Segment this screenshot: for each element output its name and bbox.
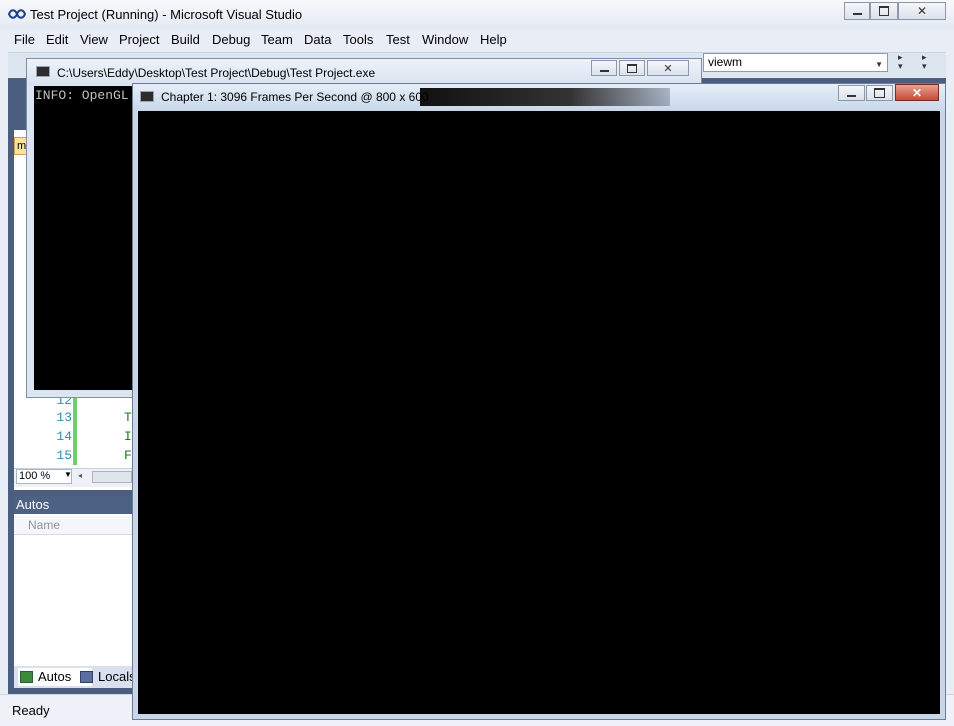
console-restore-button[interactable] bbox=[619, 60, 645, 76]
tab-autos-label: Autos bbox=[38, 669, 72, 684]
menu-edit[interactable]: Edit bbox=[46, 32, 68, 47]
toolbar-overflow-icon[interactable]: ▸ ▾ bbox=[898, 53, 908, 72]
opengl-close-button[interactable]: ✕ bbox=[895, 84, 939, 101]
restore-icon bbox=[627, 63, 637, 73]
menu-tools[interactable]: Tools bbox=[343, 32, 373, 47]
line-number: 13 bbox=[56, 410, 72, 425]
menu-data[interactable]: Data bbox=[304, 32, 331, 47]
vs-titlebar[interactable]: Test Project (Running) - Microsoft Visua… bbox=[0, 0, 954, 30]
code-text: F bbox=[124, 448, 132, 463]
menu-project[interactable]: Project bbox=[119, 32, 159, 47]
console-close-button[interactable]: ✕ bbox=[647, 60, 689, 76]
horizontal-scrollbar-thumb[interactable] bbox=[92, 471, 132, 483]
maximize-icon bbox=[874, 88, 885, 98]
line-number: 15 bbox=[56, 448, 72, 463]
opengl-minimize-button[interactable] bbox=[838, 85, 865, 101]
minimize-icon bbox=[847, 95, 856, 97]
menu-debug[interactable]: Debug bbox=[212, 32, 250, 47]
menu-window[interactable]: Window bbox=[422, 32, 468, 47]
close-icon: ✕ bbox=[911, 85, 923, 100]
locals-window-icon bbox=[80, 671, 93, 683]
line-number: 14 bbox=[56, 429, 72, 444]
chevron-down-icon[interactable]: ▼ bbox=[64, 470, 72, 479]
autos-panel-title: Autos bbox=[14, 496, 134, 514]
vs-menubar: File Edit View Project Build Debug Team … bbox=[8, 30, 946, 50]
minimize-icon bbox=[852, 13, 862, 15]
vs-close-button[interactable]: ✕ bbox=[898, 2, 946, 20]
chevron-down-icon[interactable]: ▼ bbox=[875, 56, 883, 73]
code-text: T bbox=[124, 410, 132, 425]
status-text: Ready bbox=[12, 703, 50, 718]
menu-help[interactable]: Help bbox=[480, 32, 507, 47]
vs-minimize-button[interactable] bbox=[844, 2, 870, 20]
menu-test[interactable]: Test bbox=[386, 32, 410, 47]
vs-window-title: Test Project (Running) - Microsoft Visua… bbox=[30, 7, 303, 22]
titlebar-shadow bbox=[420, 88, 670, 106]
console-app-icon bbox=[36, 66, 50, 77]
menu-team[interactable]: Team bbox=[261, 32, 293, 47]
console-window-title: C:\Users\Eddy\Desktop\Test Project\Debug… bbox=[57, 66, 376, 80]
console-output[interactable] bbox=[34, 86, 134, 390]
visual-studio-logo-icon bbox=[8, 9, 26, 19]
close-icon: ✕ bbox=[663, 62, 673, 75]
menu-view[interactable]: View bbox=[80, 32, 108, 47]
tab-locals-label: Locals bbox=[98, 669, 136, 684]
restore-icon bbox=[879, 6, 889, 16]
find-combo[interactable]: viewm ▼ bbox=[703, 53, 888, 72]
find-combo-value: viewm bbox=[708, 55, 743, 69]
opengl-app-icon bbox=[140, 91, 154, 102]
scroll-left-icon[interactable]: ◂ bbox=[78, 471, 82, 480]
opengl-render-canvas[interactable] bbox=[138, 111, 940, 714]
menu-file[interactable]: File bbox=[14, 32, 35, 47]
autos-window-icon bbox=[20, 671, 33, 683]
menu-build[interactable]: Build bbox=[171, 32, 200, 47]
autos-column-name[interactable]: Name bbox=[28, 518, 60, 532]
change-tracking-bar bbox=[73, 395, 77, 465]
console-output-text: INFO: OpenGL bbox=[35, 88, 129, 103]
code-text: I bbox=[124, 429, 132, 444]
console-minimize-button[interactable] bbox=[591, 60, 617, 76]
close-icon: ✕ bbox=[916, 4, 928, 18]
vs-restore-button[interactable] bbox=[870, 2, 898, 20]
opengl-maximize-button[interactable] bbox=[866, 85, 893, 101]
minimize-icon bbox=[599, 70, 609, 72]
opengl-window-title: Chapter 1: 3096 Frames Per Second @ 800 … bbox=[161, 90, 429, 104]
toolbar-overflow-icon-2[interactable]: ▸ ▾ bbox=[922, 53, 932, 72]
